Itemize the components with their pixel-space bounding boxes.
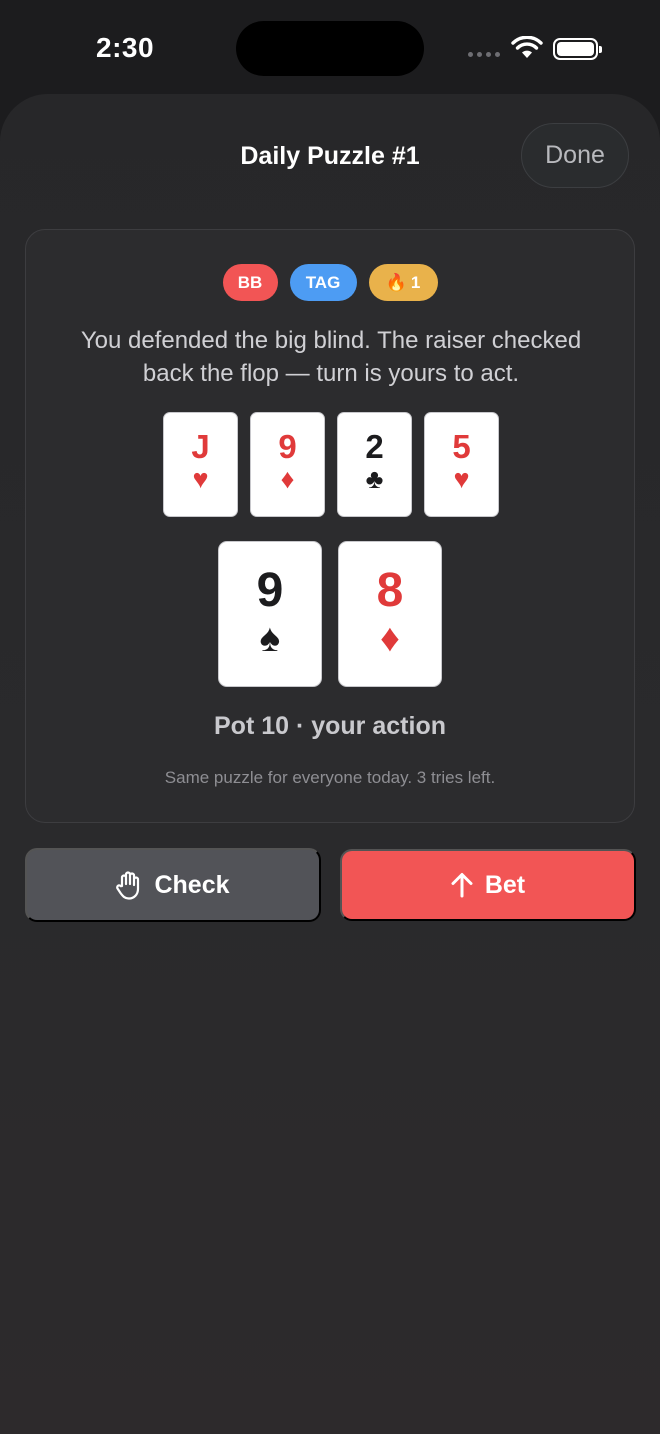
board-card: 2 ♣ (337, 412, 412, 517)
bet-button[interactable]: Bet (340, 849, 636, 921)
streak-badge: 🔥 1 (368, 264, 438, 301)
hole-cards: 9 ♠ 8 ♦ (218, 541, 442, 687)
done-button[interactable]: Done (521, 123, 629, 188)
heart-suit-icon: ♥ (192, 464, 209, 494)
heart-suit-icon: ♥ (453, 464, 470, 494)
club-suit-icon: ♣ (365, 464, 384, 494)
diamond-suit-icon: ♦ (380, 617, 400, 660)
board-card: J ♥ (163, 412, 238, 517)
board-card: 5 ♥ (424, 412, 499, 517)
pot-status: Pot 10 · your action (214, 712, 446, 740)
hole-card: 8 ♦ (338, 541, 442, 687)
board-cards: J ♥ 9 ♦ 2 ♣ 5 ♥ (163, 412, 499, 517)
check-button[interactable]: Check (25, 848, 321, 922)
status-bar: 2:30 (0, 0, 660, 96)
puzzle-sheet: Daily Puzzle #1 Done BB TAG 🔥 1 You defe… (0, 94, 660, 1434)
hand-raised-icon (116, 871, 140, 900)
hole-card: 9 ♠ (218, 541, 322, 687)
cellular-signal-icon (468, 52, 500, 57)
card-rank: J (191, 428, 210, 465)
opponent-type-badge: TAG (289, 264, 357, 301)
battery-icon (553, 38, 602, 60)
card-rank: 5 (452, 428, 471, 465)
wifi-icon (511, 36, 543, 58)
scenario-text: You defended the big blind. The raiser c… (80, 327, 582, 387)
status-time: 2:30 (96, 32, 155, 63)
diamond-suit-icon: ♦ (280, 464, 295, 494)
card-rank: 8 (376, 564, 404, 617)
action-row: Check Bet (25, 848, 636, 922)
puzzle-card: BB TAG 🔥 1 You defended the big blind. T… (25, 229, 635, 823)
arrow-up-icon (451, 873, 473, 898)
board-card: 9 ♦ (250, 412, 325, 517)
tries-footnote: Same puzzle for everyone today. 3 tries … (164, 768, 496, 787)
position-badge: BB (222, 264, 278, 301)
badge-row: BB TAG 🔥 1 (26, 264, 634, 301)
dynamic-island (236, 21, 424, 76)
flame-icon: 🔥 (385, 272, 407, 292)
card-rank: 2 (365, 428, 384, 465)
bet-label: Bet (484, 870, 526, 899)
card-rank: 9 (278, 428, 297, 465)
streak-count: 1 (410, 272, 421, 292)
spade-suit-icon: ♠ (259, 617, 281, 660)
card-rank: 9 (256, 564, 284, 617)
check-label: Check (154, 870, 230, 899)
